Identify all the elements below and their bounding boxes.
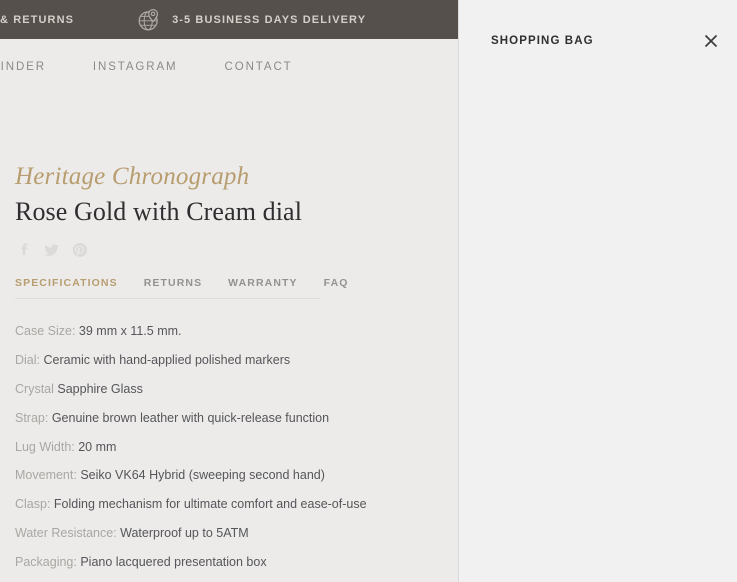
spec-value: Sapphire Glass xyxy=(57,381,143,396)
spec-value: Folding mechanism for ultimate comfort a… xyxy=(53,497,367,512)
spec-row: Crystal Sapphire Glass xyxy=(15,383,455,396)
nav-item-store-finder[interactable]: ORE FINDER xyxy=(0,61,46,73)
spec-label: Clasp: xyxy=(15,497,54,512)
spec-label: Packaging: xyxy=(15,555,81,570)
delivery-label: 3-5 BUSINESS DAYS DELIVERY xyxy=(172,13,367,26)
returns-notice: & RETURNS xyxy=(0,14,74,26)
globe-pin-icon xyxy=(138,8,159,30)
spec-label: Case Size: xyxy=(15,324,79,338)
spec-label: Water Resistance: xyxy=(15,526,121,541)
tab-returns[interactable]: RETURNS xyxy=(144,277,202,289)
pinterest-icon[interactable] xyxy=(71,241,88,259)
spec-value: Waterproof up to 5ATM xyxy=(120,526,249,541)
spec-label: Strap: xyxy=(15,410,52,425)
spec-row: Lug Width: 20 mm xyxy=(15,439,455,454)
spec-label: Dial: xyxy=(15,352,44,367)
cart-header: SHOPPING BAG xyxy=(491,34,718,48)
spec-value: 39 mm x 11.5 mm. xyxy=(78,324,182,338)
spec-row: Strap: Genuine brown leather with quick-… xyxy=(15,410,455,425)
product-page: & RETURNS 3-5 BUSINESS DAYS DELIVERY IND… xyxy=(0,0,458,582)
tab-specifications[interactable]: SPECIFICATIONS xyxy=(15,277,118,289)
spec-value: 20 mm xyxy=(78,439,117,454)
page-title: Rose Gold with Cream dial xyxy=(15,196,303,226)
product-tabs: SPECIFICATIONS RETURNS WARRANTY FAQ xyxy=(15,277,347,299)
page-root: & RETURNS 3-5 BUSINESS DAYS DELIVERY IND… xyxy=(0,0,737,582)
spec-label: Movement: xyxy=(15,468,81,483)
cart-title: SHOPPING BAG xyxy=(491,35,594,47)
spec-row: Movement: Seiko VK64 Hybrid (sweeping se… xyxy=(15,469,455,482)
main-navigation: ORE FINDER INSTAGRAM CONTACT xyxy=(0,39,458,95)
spec-row: Case Size: 39 mm x 11.5 mm. xyxy=(15,325,455,338)
product-heading: Heritage Chronograph Rose Gold with Crea… xyxy=(15,162,445,259)
nav-item-instagram[interactable]: INSTAGRAM xyxy=(93,61,178,73)
spec-row: Dial: Ceramic with hand-applied polished… xyxy=(15,354,455,367)
spec-value: Seiko VK64 Hybrid (sweeping second hand) xyxy=(80,468,325,483)
spec-value: Genuine brown leather with quick-release… xyxy=(51,410,330,425)
delivery-notice: 3-5 BUSINESS DAYS DELIVERY xyxy=(136,7,366,33)
spec-value: Ceramic with hand-applied polished marke… xyxy=(43,352,291,367)
spec-label: Lug Width: xyxy=(15,439,79,454)
spec-row: Water Resistance: Waterproof up to 5ATM xyxy=(15,527,455,540)
spec-row: Clasp: Folding mechanism for ultimate co… xyxy=(15,498,455,511)
twitter-icon[interactable] xyxy=(43,241,60,259)
spec-value: Piano lacquered presentation box xyxy=(80,555,267,570)
specifications-list: Case Size: 39 mm x 11.5 mm. Dial: Ceramic… xyxy=(15,325,455,582)
returns-label: & RETURNS xyxy=(0,13,75,26)
shopping-bag-panel: SHOPPING BAG Hooray! You've qualified fo… xyxy=(459,0,737,582)
social-share-row xyxy=(15,241,445,259)
close-icon[interactable] xyxy=(702,32,720,50)
tab-warranty[interactable]: WARRANTY xyxy=(228,277,297,289)
spec-label: Crystal xyxy=(15,381,58,396)
tab-faq[interactable]: FAQ xyxy=(324,277,349,289)
nav-item-contact[interactable]: CONTACT xyxy=(225,61,293,73)
spec-row: Packaging: Piano lacquered presentation … xyxy=(15,556,455,569)
product-subtitle: Heritage Chronograph xyxy=(15,163,250,190)
facebook-icon[interactable] xyxy=(15,241,32,259)
announcement-bar: & RETURNS 3-5 BUSINESS DAYS DELIVERY xyxy=(0,0,458,39)
